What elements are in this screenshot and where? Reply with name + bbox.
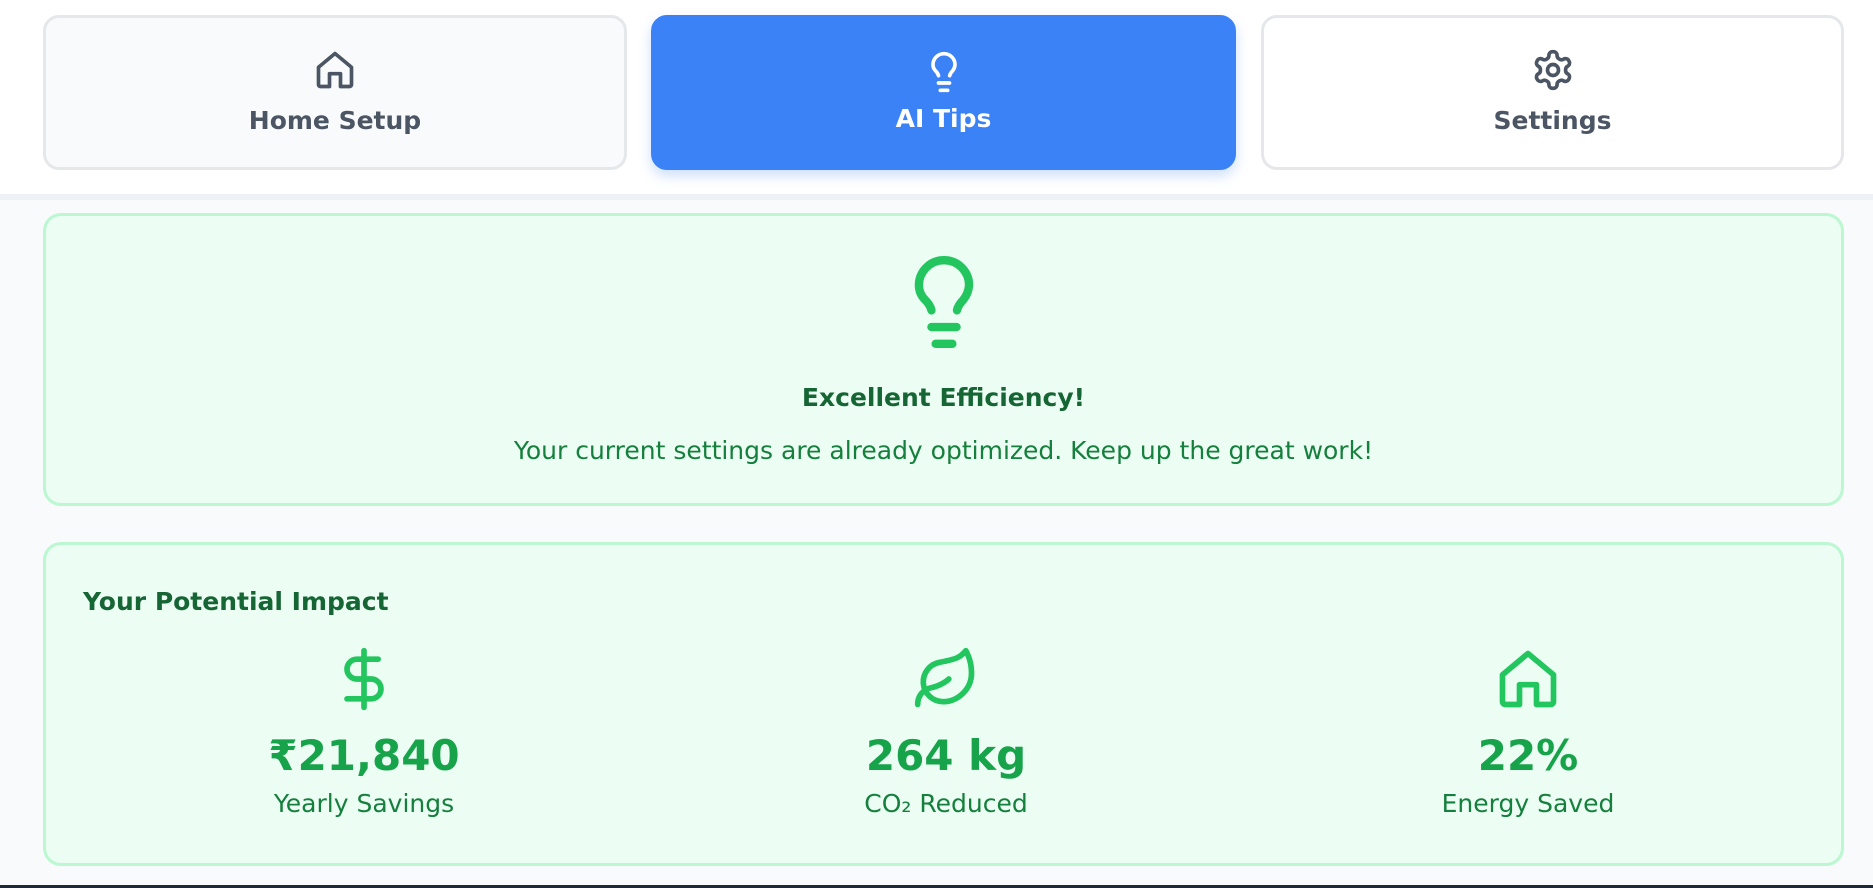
stat-value: 264 kg: [865, 731, 1027, 780]
tab-label: Home Setup: [248, 106, 422, 135]
efficiency-message: Your current settings are already optimi…: [513, 436, 1374, 465]
efficiency-title: Excellent Efficiency!: [801, 383, 1086, 412]
home-icon: [1499, 650, 1557, 708]
tab-label: Settings: [1493, 106, 1612, 135]
tab-bar: Home Setup AI Tips Settings: [0, 0, 1873, 200]
stat-label: Energy Saved: [1441, 789, 1615, 818]
tab-settings[interactable]: Settings: [1261, 15, 1844, 170]
home-icon: [316, 51, 354, 89]
impact-title: Your Potential Impact: [83, 587, 389, 616]
efficiency-card: Excellent Efficiency! Your current setti…: [43, 213, 1844, 506]
gear-icon: [1534, 49, 1571, 91]
tab-home-setup[interactable]: Home Setup: [43, 15, 627, 170]
lightbulb-icon: [914, 256, 973, 348]
stat-label: Yearly Savings: [273, 789, 455, 818]
stat-value: ₹21,840: [268, 731, 460, 780]
impact-card: Your Potential Impact ₹21,840 Yearly Sav…: [43, 542, 1844, 866]
stat-value: 22%: [1477, 731, 1579, 780]
stat-co2-reduced: 264 kg CO₂ Reduced: [746, 645, 1146, 818]
leaf-icon: [914, 647, 975, 708]
stat-yearly-savings: ₹21,840 Yearly Savings: [164, 645, 564, 818]
tab-ai-tips[interactable]: AI Tips: [651, 15, 1236, 170]
stat-label: CO₂ Reduced: [864, 789, 1028, 818]
tab-label: AI Tips: [895, 104, 992, 133]
dollar-icon: [344, 647, 384, 711]
lightbulb-icon: [930, 51, 957, 93]
stat-energy-saved: 22% Energy Saved: [1328, 645, 1728, 818]
